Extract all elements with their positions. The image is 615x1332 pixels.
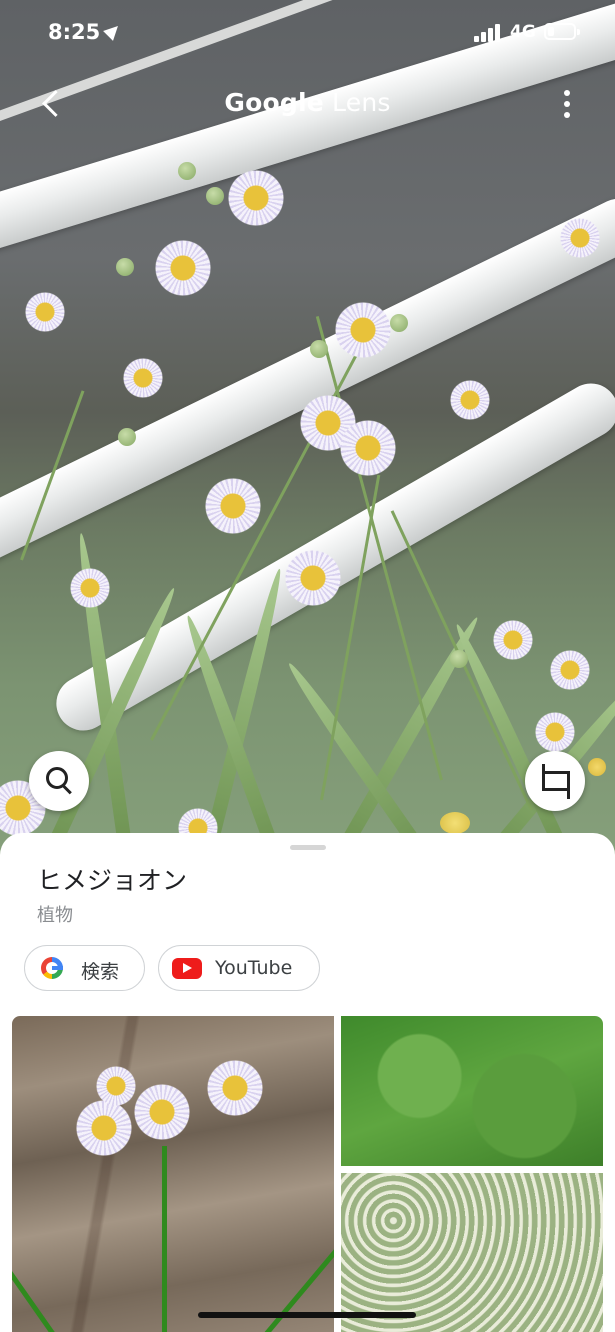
- crop-button[interactable]: [525, 751, 585, 811]
- result-category: 植物: [37, 905, 73, 926]
- flower-bud: [178, 162, 196, 180]
- daisy-flower: [560, 218, 600, 258]
- search-button[interactable]: [29, 751, 89, 811]
- search-chip[interactable]: 検索: [24, 945, 145, 991]
- top-bar: Google Lens: [0, 78, 615, 130]
- youtube-chip-label: YouTube: [215, 957, 293, 979]
- app-title-brand: Google: [224, 88, 324, 117]
- flower-stem: [162, 1146, 167, 1332]
- daisy-flower: [285, 550, 341, 606]
- daisy-flower: [550, 650, 590, 690]
- daisy-flower: [72, 1096, 136, 1160]
- flower-bud: [310, 340, 328, 358]
- flower-stem: [262, 1165, 334, 1332]
- flower-bud: [206, 187, 224, 205]
- flower-bud: [118, 428, 136, 446]
- network-type: 4G: [510, 22, 536, 42]
- cellular-signal-icon: [474, 24, 504, 42]
- home-indicator[interactable]: [198, 1312, 416, 1318]
- app-title: Google Lens: [0, 88, 615, 117]
- location-arrow-icon: [103, 21, 123, 41]
- flower-bud: [588, 758, 606, 776]
- flower-bud: [450, 650, 468, 668]
- daisy-flower: [228, 170, 284, 226]
- flower-bud: [116, 258, 134, 276]
- app-title-product: Lens: [332, 88, 391, 117]
- youtube-icon: [172, 958, 202, 979]
- daisy-flower: [335, 302, 391, 358]
- daisy-flower: [535, 712, 575, 752]
- result-title: ヒメジョオン: [37, 866, 188, 895]
- more-vertical-icon[interactable]: [552, 82, 582, 126]
- daisy-flower: [134, 1084, 190, 1140]
- status-time: 8:25: [48, 20, 101, 44]
- results-sheet[interactable]: ヒメジョオン 植物 検索 YouTube: [0, 833, 615, 1332]
- result-image-top-right[interactable]: [341, 1016, 603, 1166]
- flower-stem: [12, 1219, 57, 1332]
- daisy-flower: [123, 358, 163, 398]
- daisy-flower: [493, 620, 533, 660]
- search-chip-label: 検索: [81, 961, 120, 983]
- flower-bud: [440, 812, 470, 834]
- daisy-flower: [340, 420, 396, 476]
- youtube-chip[interactable]: YouTube: [158, 945, 320, 991]
- result-image-large[interactable]: [12, 1016, 334, 1332]
- daisy-flower: [96, 1066, 136, 1106]
- daisy-flower: [207, 1060, 263, 1116]
- daisy-flower: [450, 380, 490, 420]
- daisy-flower: [155, 240, 211, 296]
- daisy-flower: [25, 292, 65, 332]
- result-image-bottom-right[interactable]: [341, 1173, 603, 1332]
- battery-icon: [544, 23, 580, 40]
- status-bar: 8:25 4G: [0, 0, 615, 66]
- flower-bud: [390, 314, 408, 332]
- daisy-flower: [70, 568, 110, 608]
- drag-handle[interactable]: [290, 845, 326, 850]
- guard-rail: [0, 189, 615, 572]
- daisy-flower: [205, 478, 261, 534]
